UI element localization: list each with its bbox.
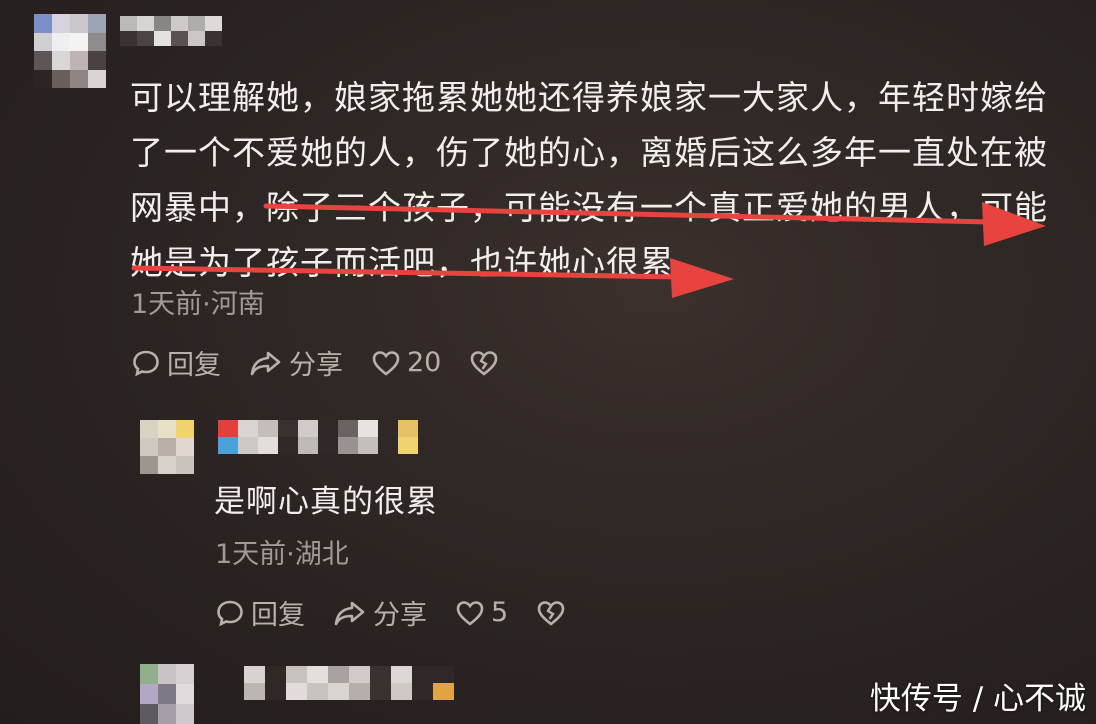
- broken-heart-icon: [471, 350, 498, 376]
- reply-button[interactable]: 回复: [131, 343, 221, 382]
- heart-icon: [456, 600, 484, 626]
- reply-label: 回复: [167, 350, 221, 381]
- reply-text: 是啊心真的很累: [214, 484, 438, 520]
- share-label: 分享: [289, 350, 343, 381]
- reply-username[interactable]: [218, 420, 418, 454]
- reply-actions: 回复 分享 5: [215, 593, 600, 632]
- share-button[interactable]: 分享: [249, 343, 343, 382]
- heart-icon: [372, 350, 400, 376]
- comment-bubble-icon: [217, 600, 243, 626]
- reply-meta: 1天前·湖北: [215, 539, 349, 570]
- comment-meta: 1天前·河南: [131, 289, 265, 320]
- dislike-button[interactable]: [469, 348, 505, 378]
- share-label: 分享: [373, 600, 427, 631]
- watermark: 快传号 / 心不诚: [869, 681, 1086, 717]
- comment-bubble-icon: [133, 350, 159, 376]
- arrow-upper: [263, 202, 1046, 246]
- reply-label: 回复: [251, 600, 305, 631]
- like-count: 5: [491, 597, 509, 628]
- like-count: 20: [407, 347, 442, 378]
- reply-button[interactable]: 回复: [215, 593, 305, 632]
- share-button[interactable]: 分享: [333, 593, 427, 632]
- dislike-button[interactable]: [536, 598, 572, 628]
- like-button[interactable]: 5: [455, 597, 508, 628]
- broken-heart-icon: [537, 600, 565, 626]
- reply-avatar[interactable]: [140, 664, 194, 724]
- like-button[interactable]: 20: [371, 347, 441, 378]
- reply-avatar[interactable]: [140, 420, 194, 474]
- share-icon: [250, 351, 281, 375]
- comment-actions: 回复 分享 20: [131, 343, 533, 382]
- share-icon: [334, 601, 365, 625]
- reply-username[interactable]: [244, 666, 454, 700]
